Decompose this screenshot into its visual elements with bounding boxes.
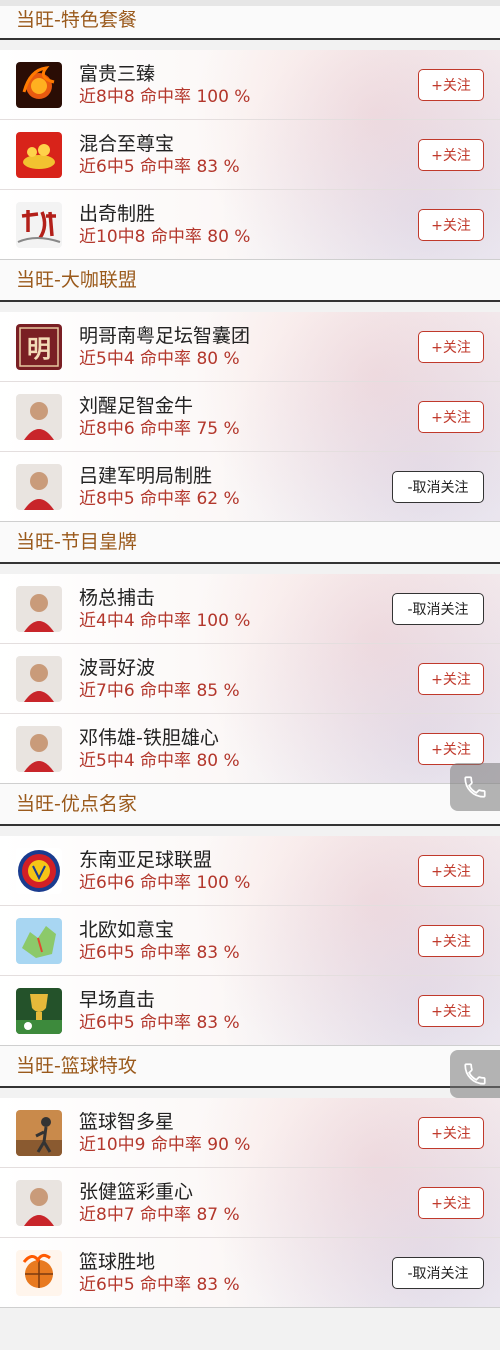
phone-call-button[interactable]	[450, 763, 500, 811]
trophy-icon	[16, 987, 62, 1034]
logo-text: 明	[27, 335, 51, 363]
list-item[interactable]: 波哥好波 近7中6 命中率 85 % +关注	[0, 644, 500, 714]
follow-button[interactable]: +关注	[418, 994, 484, 1027]
follow-button[interactable]: +关注	[418, 138, 484, 171]
phone-call-button[interactable]	[450, 1050, 500, 1098]
follow-button[interactable]: +关注	[418, 924, 484, 957]
section-2: 当旺-节目皇牌杨总捕击 近4中4 命中率 100 % -取消关注 波哥好波 近7中6 命…	[0, 522, 500, 784]
treasure-icon	[16, 131, 62, 178]
person-avatar-icon	[16, 585, 62, 632]
ming-logo-icon: 明	[16, 323, 62, 370]
list-item[interactable]: 东南亚足球联盟 近6中6 命中率 100 % +关注	[0, 836, 500, 906]
asean-logo-icon	[16, 847, 62, 894]
unfollow-button[interactable]: -取消关注	[392, 470, 484, 503]
section-4: 当旺-篮球特攻篮球智多星 近10中9 命中率 90 % +关注 张健篮彩重心 近8中7 …	[0, 1046, 500, 1308]
fire-football-icon	[16, 61, 62, 108]
follow-button[interactable]: +关注	[418, 854, 484, 887]
unfollow-button[interactable]: -取消关注	[392, 592, 484, 625]
follow-button[interactable]: +关注	[418, 68, 484, 101]
section-card: 东南亚足球联盟 近6中6 命中率 100 % +关注 北欧如意宝 近6中5 命中率 83…	[0, 836, 500, 1046]
list-item[interactable]: 明明哥南粤足坛智囊团 近5中4 命中率 80 % +关注	[0, 312, 500, 382]
recommendation-list: 当旺-特色套餐富贵三臻 近8中8 命中率 100 % +关注 混合至尊宝 近6中5 命中…	[0, 6, 500, 1308]
follow-button[interactable]: +关注	[418, 208, 484, 241]
phone-icon	[464, 776, 486, 798]
section-title: 当旺-优点名家	[0, 784, 500, 826]
section-title: 当旺-篮球特攻	[0, 1046, 500, 1088]
section-title: 当旺-大咖联盟	[0, 260, 500, 302]
follow-button[interactable]: +关注	[418, 1116, 484, 1149]
person-avatar-icon	[16, 655, 62, 702]
person-avatar-icon	[16, 1179, 62, 1226]
basketball-fire-icon	[16, 1249, 62, 1296]
section-title: 当旺-节目皇牌	[0, 522, 500, 564]
list-item[interactable]: 杨总捕击 近4中4 命中率 100 % -取消关注	[0, 574, 500, 644]
person-avatar-icon	[16, 725, 62, 772]
section-card: 篮球智多星 近10中9 命中率 90 % +关注 张健篮彩重心 近8中7 命中率 87 …	[0, 1098, 500, 1308]
follow-button[interactable]: +关注	[418, 732, 484, 765]
list-item[interactable]: 混合至尊宝 近6中5 命中率 83 % +关注	[0, 120, 500, 190]
list-item[interactable]: 篮球胜地 近6中5 命中率 83 % -取消关注	[0, 1238, 500, 1307]
list-item[interactable]: 吕建军明局制胜 近8中5 命中率 62 % -取消关注	[0, 452, 500, 521]
follow-button[interactable]: +关注	[418, 330, 484, 363]
section-1: 当旺-大咖联盟明明哥南粤足坛智囊团 近5中4 命中率 80 % +关注 刘醒足智金牛近…	[0, 260, 500, 522]
list-item[interactable]: 早场直击 近6中5 命中率 83 % +关注	[0, 976, 500, 1045]
list-item[interactable]: 刘醒足智金牛 近8中6 命中率 75 % +关注	[0, 382, 500, 452]
section-3: 当旺-优点名家东南亚足球联盟 近6中6 命中率 100 % +关注 北欧如意宝 近6中5…	[0, 784, 500, 1046]
section-0: 当旺-特色套餐富贵三臻 近8中8 命中率 100 % +关注 混合至尊宝 近6中5 命中…	[0, 6, 500, 260]
section-card: 杨总捕击 近4中4 命中率 100 % -取消关注 波哥好波 近7中6 命中率 85 %…	[0, 574, 500, 784]
unfollow-button[interactable]: -取消关注	[392, 1256, 484, 1289]
section-card: 富贵三臻 近8中8 命中率 100 % +关注 混合至尊宝 近6中5 命中率 83 % +…	[0, 50, 500, 260]
follow-button[interactable]: +关注	[418, 1186, 484, 1219]
section-card: 明明哥南粤足坛智囊团 近5中4 命中率 80 % +关注 刘醒足智金牛 近8中6 命中率…	[0, 312, 500, 522]
follow-button[interactable]: +关注	[418, 400, 484, 433]
calligraphy-icon	[16, 201, 62, 248]
section-title: 当旺-特色套餐	[0, 6, 500, 40]
map-icon	[16, 917, 62, 964]
list-item[interactable]: 出奇制胜 近10中8 命中率 80 % +关注	[0, 190, 500, 259]
list-item[interactable]: 北欧如意宝 近6中5 命中率 83 % +关注	[0, 906, 500, 976]
list-item[interactable]: 富贵三臻 近8中8 命中率 100 % +关注	[0, 50, 500, 120]
person-avatar-icon	[16, 393, 62, 440]
list-item[interactable]: 篮球智多星 近10中9 命中率 90 % +关注	[0, 1098, 500, 1168]
person-avatar-icon	[16, 463, 62, 510]
list-item[interactable]: 张健篮彩重心 近8中7 命中率 87 % +关注	[0, 1168, 500, 1238]
list-item[interactable]: 邓伟雄-铁胆雄心 近5中4 命中率 80 % +关注	[0, 714, 500, 783]
phone-icon	[464, 1063, 486, 1085]
basketball-court-icon	[16, 1109, 62, 1156]
follow-button[interactable]: +关注	[418, 662, 484, 695]
